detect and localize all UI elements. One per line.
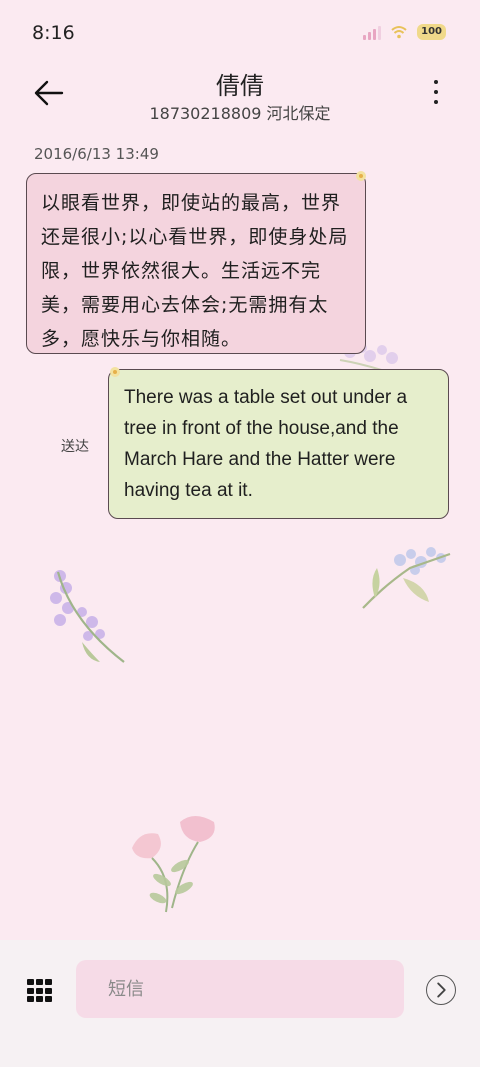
battery-icon: 100 [417,24,446,40]
signal-icon [363,24,382,40]
more-vertical-icon[interactable] [430,80,442,108]
grid-icon[interactable] [27,979,53,1003]
contact-name: 倩倩 [216,72,264,100]
incoming-message-bubble[interactable]: 以眼看世界，即使站的最高，世界还是很小;以心看世界，即使身处局限，世界依然很大。… [26,173,366,354]
conversation-header: 倩倩 18730218809 河北保定 [0,66,480,126]
sms-input[interactable] [76,960,404,1018]
chevron-right-circle-icon[interactable] [426,975,456,1005]
outgoing-message-bubble[interactable]: There was a table set out under a tree i… [108,369,449,519]
contact-phone-location: 18730218809 河北保定 [149,104,331,123]
delivery-status: 送达 [61,439,89,455]
composer-bar [0,940,480,1067]
floral-decoration-icon [132,816,215,913]
message-timestamp: 2016/6/13 13:49 [34,145,159,163]
floral-decoration-icon [50,570,125,663]
status-time: 8:16 [32,22,75,44]
status-bar: 8:16 100 [0,0,480,66]
floral-decoration-icon [362,547,451,609]
status-icons: 100 [363,24,446,40]
wifi-icon [391,26,407,39]
